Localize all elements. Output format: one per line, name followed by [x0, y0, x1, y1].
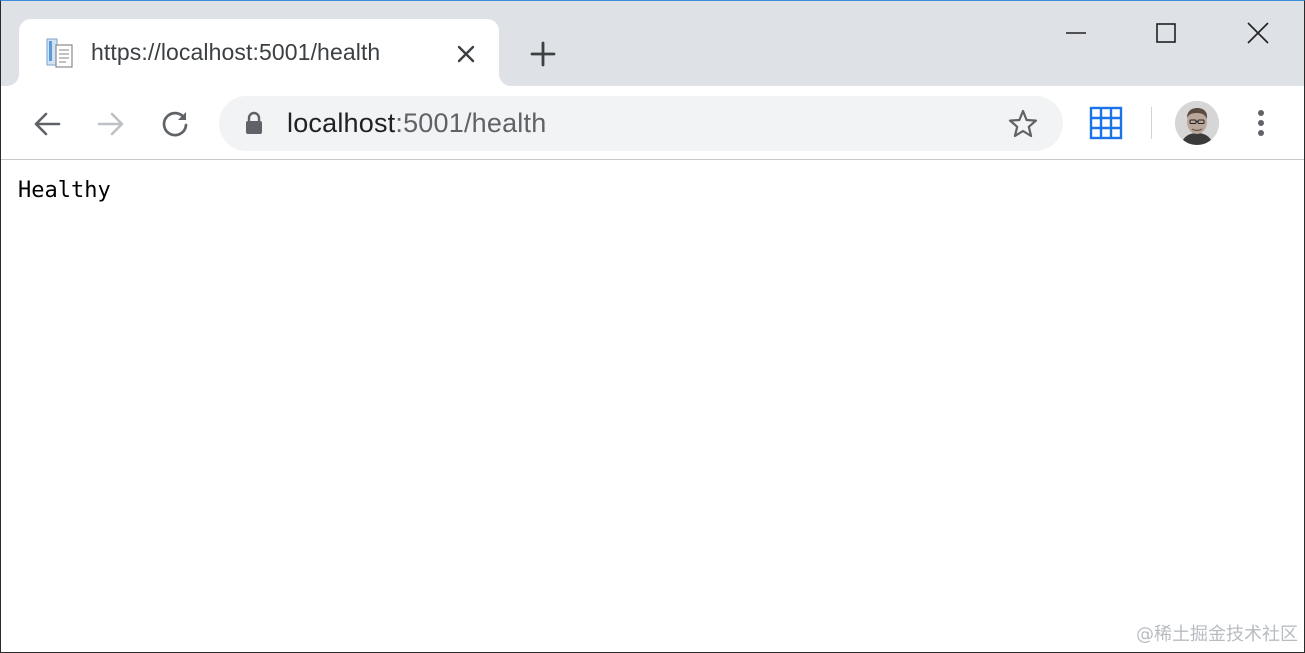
star-icon[interactable]	[1007, 108, 1039, 140]
response-body-text: Healthy	[18, 178, 111, 203]
arrow-right-icon[interactable]	[91, 104, 131, 144]
document-icon	[43, 36, 77, 70]
tab-strip: https://localhost:5001/health	[1, 1, 1304, 86]
url-path: :5001/health	[395, 108, 547, 138]
maximize-icon[interactable]	[1144, 11, 1188, 55]
arrow-left-icon[interactable]	[27, 104, 67, 144]
page-content: Healthy @稀土掘金技术社区	[1, 160, 1304, 652]
new-tab-icon[interactable]	[525, 36, 561, 72]
watermark: @稀土掘金技术社区	[1136, 624, 1298, 645]
close-icon[interactable]	[1236, 11, 1280, 55]
tab-close-icon[interactable]	[452, 40, 480, 68]
reload-icon[interactable]	[155, 104, 195, 144]
minimize-icon[interactable]	[1054, 11, 1098, 55]
url-text[interactable]: localhost:5001/health	[287, 108, 546, 139]
apps-grid-icon[interactable]	[1089, 106, 1123, 140]
url-host: localhost	[287, 108, 396, 138]
profile-avatar[interactable]	[1175, 101, 1219, 145]
address-bar[interactable]: localhost:5001/health	[219, 96, 1063, 151]
more-vertical-icon[interactable]	[1245, 106, 1277, 140]
browser-window: https://localhost:5001/health localhost:…	[0, 0, 1305, 653]
toolbar-separator	[1151, 107, 1152, 139]
lock-icon[interactable]	[243, 111, 265, 135]
browser-toolbar: localhost:5001/health	[1, 86, 1304, 160]
tab-active[interactable]: https://localhost:5001/health	[19, 19, 499, 86]
tab-title: https://localhost:5001/health	[91, 39, 381, 65]
